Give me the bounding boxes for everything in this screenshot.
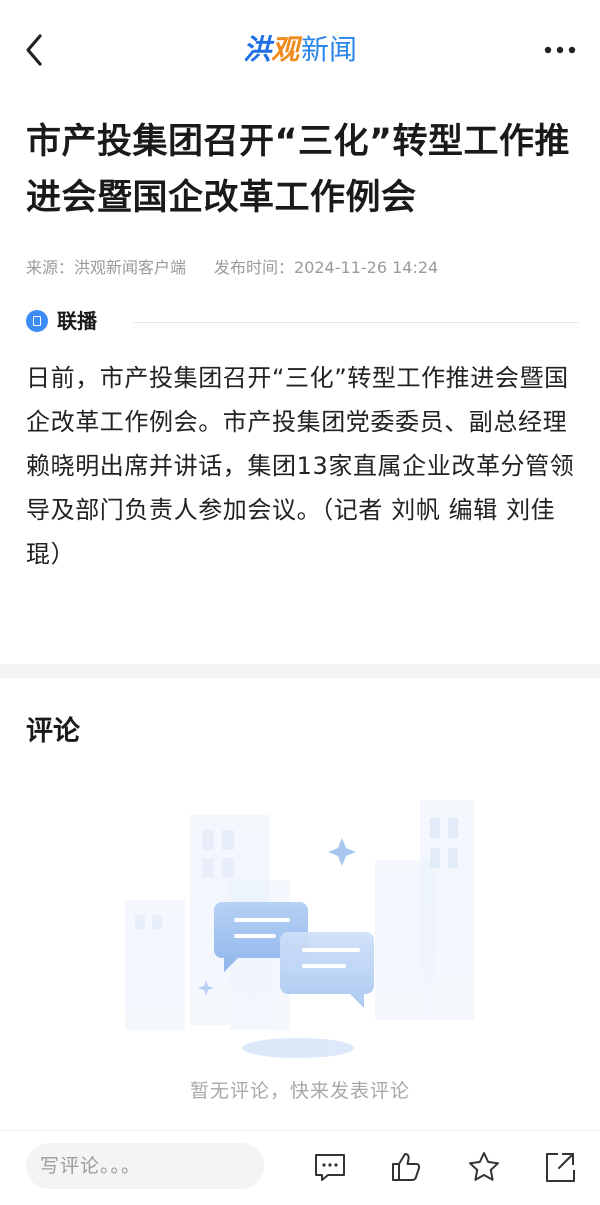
- article-body: 日前，市产投集团召开“三化”转型工作推进会暨国企改革工作例会。市产投集团党委委员…: [26, 364, 575, 568]
- section-header: 联播: [26, 306, 578, 338]
- section-separator: [0, 664, 600, 678]
- empty-comments-illustration: [125, 800, 474, 1058]
- empty-comments-text: 暂无评论，快来发表评论: [189, 1080, 410, 1102]
- share-icon: [546, 1153, 575, 1182]
- more-horizontal-icon: [544, 46, 576, 54]
- section-divider: [134, 322, 578, 323]
- top-bar: 洪观新闻: [0, 0, 600, 100]
- comments-title: 评论: [26, 716, 80, 747]
- star-icon: [469, 1152, 499, 1181]
- comment-button[interactable]: [312, 1149, 348, 1185]
- like-button[interactable]: [388, 1149, 424, 1185]
- article-source: 来源：洪观新闻客户端: [26, 258, 187, 277]
- comment-icon: [315, 1154, 345, 1181]
- more-button[interactable]: [540, 32, 580, 68]
- article-title: 市产投集团召开“三化”转型工作推进会暨国企改革工作例会: [26, 122, 571, 218]
- share-button[interactable]: [542, 1149, 578, 1185]
- like-icon: [392, 1153, 421, 1181]
- section-label: 联播: [57, 309, 97, 333]
- app-logo: 洪观新闻: [242, 33, 358, 66]
- article-meta: 来源：洪观新闻客户端 发布时间：2024-11-26 14:24: [26, 254, 438, 278]
- comment-input[interactable]: 写评论。。。: [26, 1143, 264, 1189]
- publish-time: 发布时间：2024-11-26 14:24: [214, 258, 439, 277]
- bottom-bar: 写评论。。。: [0, 1130, 600, 1205]
- news-icon: [26, 310, 48, 332]
- favorite-button[interactable]: [466, 1149, 502, 1185]
